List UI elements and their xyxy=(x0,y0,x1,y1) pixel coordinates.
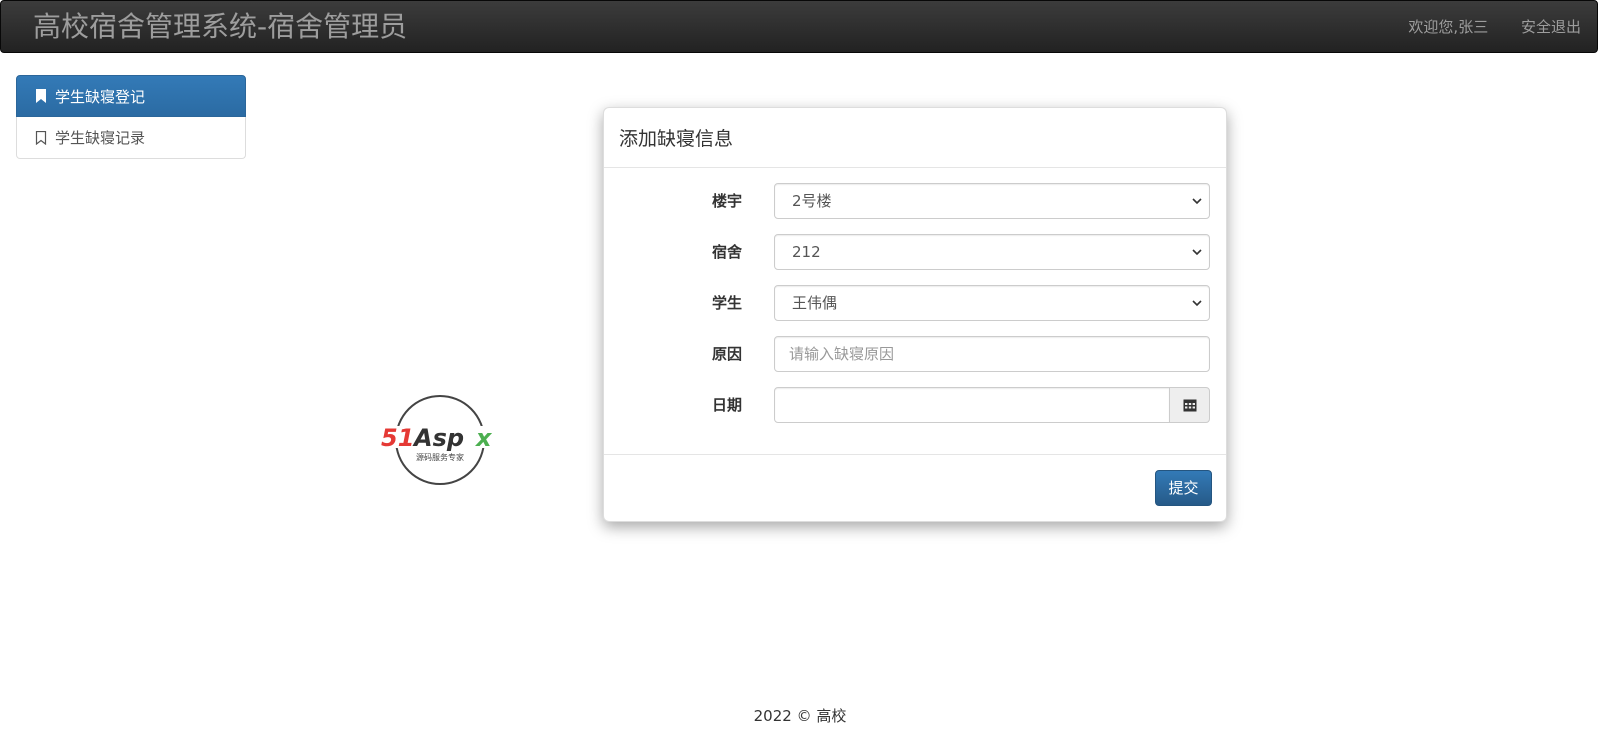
room-select[interactable]: 212 xyxy=(774,234,1210,270)
calendar-icon xyxy=(1183,399,1196,412)
reason-input[interactable]: 请输入缺寝原因 xyxy=(774,336,1210,372)
student-selected-value: 王伟偶 xyxy=(792,294,838,312)
chevron-down-icon xyxy=(1192,198,1202,205)
chevron-down-icon xyxy=(1192,300,1202,307)
reason-row: 原因 请输入缺寝原因 xyxy=(604,336,1226,372)
bookmark-filled-icon xyxy=(36,89,46,103)
student-label: 学生 xyxy=(711,294,742,312)
sidebar-item-absence-register[interactable]: 学生缺寝登记 xyxy=(16,75,246,117)
submit-button[interactable]: 提交 xyxy=(1155,470,1212,506)
date-input[interactable] xyxy=(774,387,1170,423)
svg-text:51: 51 xyxy=(381,424,414,452)
page-footer: 2022 © 高校 xyxy=(753,707,847,725)
building-label: 楼宇 xyxy=(711,192,742,210)
app-title[interactable]: 高校宿舍管理系统-宿舍管理员 xyxy=(33,9,407,45)
svg-text:Asp: Asp xyxy=(412,424,464,452)
panel-footer-divider xyxy=(604,454,1226,455)
sidebar: 学生缺寝登记 学生缺寝记录 xyxy=(16,75,246,159)
51aspx-logo: 51 Asp x 源码服务专家 xyxy=(378,395,502,485)
sidebar-item-absence-records[interactable]: 学生缺寝记录 xyxy=(16,117,246,159)
add-absence-panel: 添加缺寝信息 楼宇 2号楼 宿舍 212 学生 王伟偶 原因 请输入缺寝原因 日… xyxy=(603,107,1227,522)
logout-link[interactable]: 安全退出 xyxy=(1521,18,1581,36)
student-select[interactable]: 王伟偶 xyxy=(774,285,1210,321)
room-row: 宿舍 212 xyxy=(604,234,1226,270)
top-navbar: 高校宿舍管理系统-宿舍管理员 欢迎您,张三 安全退出 xyxy=(0,0,1598,53)
svg-text:x: x xyxy=(475,424,493,452)
navbar-right: 欢迎您,张三 安全退出 xyxy=(1380,17,1581,37)
reason-placeholder: 请输入缺寝原因 xyxy=(789,345,895,363)
sidebar-item-label: 学生缺寝记录 xyxy=(55,129,146,147)
student-row: 学生 王伟偶 xyxy=(604,285,1226,321)
chevron-down-icon xyxy=(1192,249,1202,256)
panel-title: 添加缺寝信息 xyxy=(604,108,1226,168)
welcome-user-link[interactable]: 欢迎您,张三 xyxy=(1408,18,1488,36)
building-selected-value: 2号楼 xyxy=(792,192,832,210)
svg-text:源码服务专家: 源码服务专家 xyxy=(416,452,464,462)
room-label: 宿舍 xyxy=(711,243,742,261)
reason-label: 原因 xyxy=(711,345,742,363)
building-row: 楼宇 2号楼 xyxy=(604,183,1226,219)
date-picker-button[interactable] xyxy=(1169,387,1210,423)
date-row: 日期 xyxy=(604,387,1226,423)
room-selected-value: 212 xyxy=(792,243,821,261)
sidebar-item-label: 学生缺寝登记 xyxy=(55,87,146,106)
bookmark-outline-icon xyxy=(35,130,47,145)
date-label: 日期 xyxy=(711,396,742,414)
building-select[interactable]: 2号楼 xyxy=(774,183,1210,219)
